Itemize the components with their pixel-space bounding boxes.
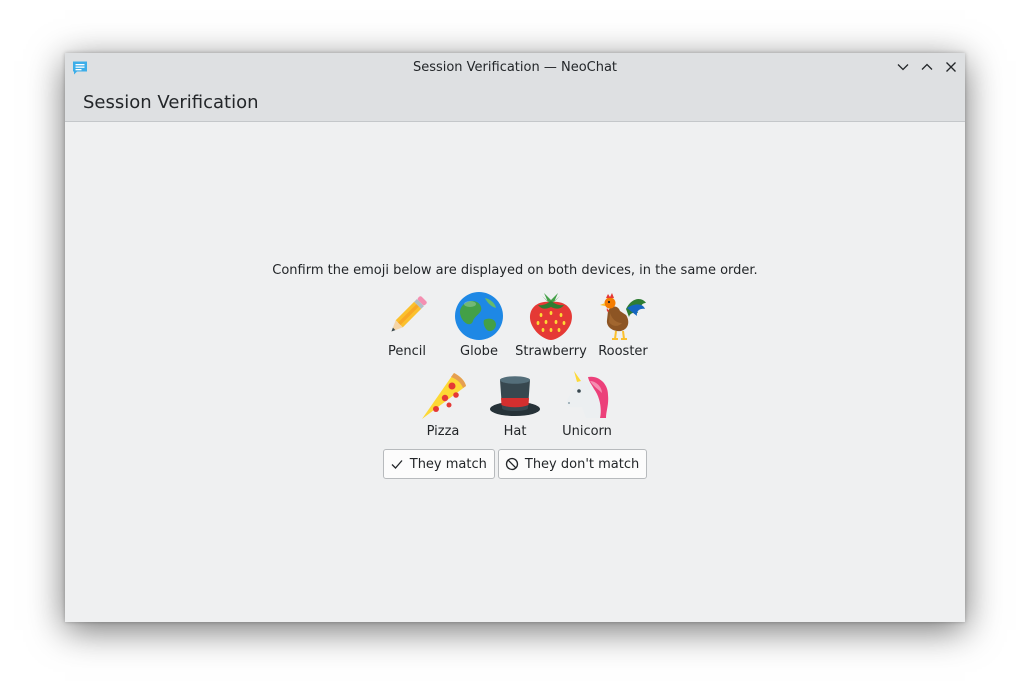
emoji-item-pizza: Pizza [407, 369, 479, 439]
emoji-row-2: Pizza Hat Unicorn [65, 369, 965, 439]
rooster-emoji-icon [596, 289, 650, 343]
window-title: Session Verification — NeoChat [412, 60, 618, 75]
prohibited-icon [505, 457, 519, 471]
close-button[interactable] [944, 60, 958, 74]
emoji-item-strawberry: Strawberry [515, 289, 587, 359]
strawberry-emoji-icon [524, 289, 578, 343]
verification-instructions: Confirm the emoji below are displayed on… [272, 263, 758, 278]
minimize-button[interactable] [896, 60, 910, 74]
checkmark-icon [390, 457, 404, 471]
emoji-item-unicorn: Unicorn [551, 369, 623, 439]
emoji-label: Pencil [388, 344, 426, 359]
emoji-item-pencil: Pencil [371, 289, 443, 359]
verification-content: Confirm the emoji below are displayed on… [65, 122, 965, 622]
unicorn-emoji-icon [560, 369, 614, 423]
chevron-up-icon [921, 63, 933, 70]
close-icon [946, 62, 956, 72]
they-match-button[interactable]: They match [382, 449, 495, 479]
emoji-item-globe: Globe [443, 289, 515, 359]
they-dont-match-button[interactable]: They don't match [497, 449, 648, 479]
title-bar[interactable]: Session Verification — NeoChat [65, 53, 965, 82]
emoji-row-1: Pencil Globe Strawberry Rooster [65, 289, 965, 359]
emoji-label: Hat [503, 424, 527, 439]
page-header: Session Verification [65, 82, 965, 122]
emoji-item-rooster: Rooster [587, 289, 659, 359]
emoji-label: Strawberry [515, 344, 587, 359]
pencil-emoji-icon [380, 289, 434, 343]
emoji-label: Rooster [598, 344, 648, 359]
globe-emoji-icon [452, 289, 506, 343]
maximize-button[interactable] [920, 60, 934, 74]
neochat-window: Session Verification — NeoChat Session V… [65, 53, 965, 622]
verification-actions: They match They don't match [65, 449, 965, 479]
emoji-item-hat: Hat [479, 369, 551, 439]
they-dont-match-label: They don't match [524, 456, 640, 472]
chevron-down-icon [897, 64, 909, 71]
emoji-label: Unicorn [562, 424, 612, 439]
they-match-label: They match [409, 456, 487, 472]
emoji-label: Globe [460, 344, 498, 359]
hat-emoji-icon [488, 369, 542, 423]
emoji-label: Pizza [426, 424, 460, 439]
pizza-emoji-icon [416, 369, 470, 423]
page-title: Session Verification [83, 92, 259, 113]
